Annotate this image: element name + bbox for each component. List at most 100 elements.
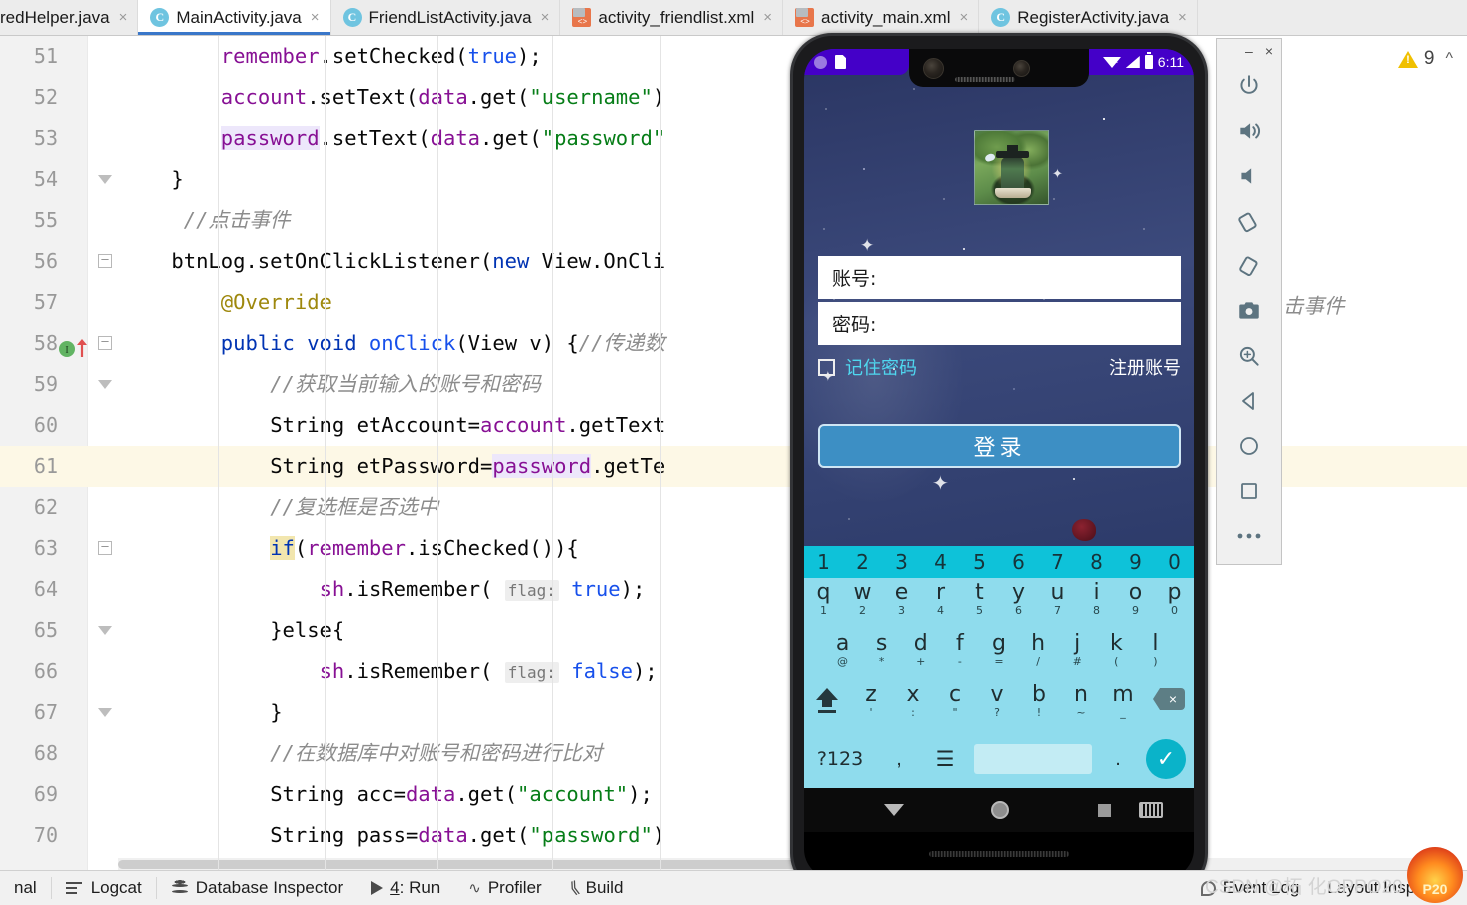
backspace-key[interactable]: × [1144, 682, 1194, 722]
code-line[interactable]: 67} [0, 692, 1467, 733]
key-n[interactable]: n ~ [1060, 682, 1102, 718]
key-f[interactable]: f- [940, 631, 979, 667]
minimize-button[interactable]: – [1245, 43, 1253, 59]
key-6[interactable]: 6 [999, 550, 1038, 574]
key-8[interactable]: 8 [1077, 550, 1116, 574]
key-r[interactable]: r4 [921, 580, 960, 616]
statusbar-item-terminal[interactable]: nal [0, 878, 51, 898]
key-7[interactable]: 7 [1038, 550, 1077, 574]
key-v[interactable]: v? [976, 682, 1018, 718]
code-fold-end-icon[interactable] [98, 626, 112, 635]
code-line[interactable]: 66 sh.isRemember( flag: false); [0, 651, 1467, 692]
back-triangle-icon[interactable] [1216, 378, 1282, 423]
statusbar-item-run[interactable]: 4: Run [357, 878, 454, 898]
overview-square-icon[interactable] [1216, 468, 1282, 513]
tab-close-icon[interactable]: × [1176, 9, 1187, 26]
nav-overview-icon[interactable] [1098, 804, 1111, 817]
volume-up-icon[interactable] [1216, 108, 1282, 153]
tab-close-icon[interactable]: × [761, 9, 772, 26]
key-m[interactable]: m _ [1102, 682, 1144, 718]
key-a[interactable]: a @ [823, 631, 862, 667]
key-3[interactable]: 3 [882, 550, 921, 574]
emulator-toolbar[interactable]: – × [1216, 38, 1282, 565]
android-emulator-window[interactable]: ✦ ✦ ✦ ✦ ✦ 6:11 [790, 33, 1210, 895]
key-s[interactable]: s * [862, 631, 901, 667]
tab-close-icon[interactable]: × [539, 9, 550, 26]
chevron-up-icon[interactable]: ^ [1445, 50, 1453, 68]
key-z[interactable]: z ' [850, 682, 892, 718]
editor-horizontal-scrollbar[interactable] [118, 858, 1428, 870]
code-line[interactable]: 68//在数据库中对账号和密码进行比对 [0, 733, 1467, 774]
remember-password-checkbox[interactable] [818, 358, 835, 376]
language-globe-icon[interactable]: ☰ [922, 747, 968, 772]
key-4[interactable]: 4 [921, 550, 960, 574]
shift-key[interactable] [804, 682, 850, 722]
code-fold-end-icon[interactable] [98, 380, 112, 389]
zoom-icon[interactable] [1216, 333, 1282, 378]
key-e[interactable]: e3 [882, 580, 921, 616]
tab-close-icon[interactable]: × [117, 9, 128, 26]
key-b[interactable]: b! [1018, 682, 1060, 718]
scrollbar-thumb[interactable] [118, 860, 808, 869]
phone-screen[interactable]: ✦ ✦ ✦ ✦ ✦ 6:11 [804, 49, 1194, 879]
code-line[interactable]: 70 String pass=data.get("password") [0, 815, 1467, 856]
android-navigation-bar[interactable] [804, 788, 1194, 832]
key-l[interactable]: l) [1136, 631, 1175, 667]
bottom-tool-window-bar[interactable]: nal Logcat Database Inspector 4: Run ∿ P… [0, 870, 1467, 905]
key-y[interactable]: y6 [999, 580, 1038, 616]
code-line[interactable]: 65}else{ [0, 610, 1467, 651]
code-fold-collapse-icon[interactable] [98, 336, 112, 350]
editor-tab-mainactivity-java[interactable]: C MainActivity.java × [138, 0, 331, 35]
soft-keyboard[interactable]: 1234567890 q1w2e3r4t5y6u7i8o9p0 a @ s * d + f -… [804, 546, 1194, 788]
statusbar-item-database-inspector[interactable]: Database Inspector [157, 878, 357, 898]
keyboard-row-3[interactable]: z ' x: c " v? b! n ~ m _ × [804, 682, 1194, 730]
key-2[interactable]: 2 [843, 550, 882, 574]
key-t[interactable]: t5 [960, 580, 999, 616]
nav-back-icon[interactable] [884, 804, 904, 816]
key-h[interactable]: h / [1019, 631, 1058, 667]
power-icon[interactable] [1216, 63, 1282, 108]
keyboard-row-4[interactable]: ?123 , ☰ . ✓ [804, 734, 1194, 784]
key-k[interactable]: k( [1097, 631, 1136, 667]
statusbar-item-build[interactable]: ⟪ Build [556, 878, 638, 898]
screenshot-camera-icon[interactable] [1216, 288, 1282, 333]
key-o[interactable]: o9 [1116, 580, 1155, 616]
home-circle-icon[interactable] [1216, 423, 1282, 468]
keyboard-row-1[interactable]: q1w2e3r4t5y6u7i8o9p0 [804, 580, 1194, 628]
editor-tab-redhelper-java[interactable]: redHelper.java × [0, 0, 139, 35]
code-fold-collapse-icon[interactable] [98, 254, 112, 268]
period-key[interactable]: . [1098, 748, 1138, 771]
tab-close-icon[interactable]: × [309, 9, 320, 26]
more-ellipsis-icon[interactable] [1216, 513, 1282, 558]
statusbar-item-profiler[interactable]: ∿ Profiler [454, 878, 555, 898]
implemented-method-marker-icon[interactable]: I [56, 332, 100, 357]
key-u[interactable]: u7 [1038, 580, 1077, 616]
emulator-window-controls[interactable]: – × [1217, 39, 1281, 63]
login-button[interactable]: 登录 [818, 424, 1181, 468]
nav-home-icon[interactable] [991, 801, 1009, 819]
code-fold-end-icon[interactable] [98, 708, 112, 717]
rotate-right-icon[interactable] [1216, 243, 1282, 288]
volume-down-icon[interactable] [1216, 153, 1282, 198]
tab-close-icon[interactable]: × [957, 9, 968, 26]
inspection-warning-indicator[interactable]: 9 ^ [1397, 48, 1453, 70]
space-key[interactable] [974, 744, 1092, 774]
close-button[interactable]: × [1265, 43, 1273, 59]
comma-key[interactable]: , [876, 748, 922, 771]
key-x[interactable]: x: [892, 682, 934, 718]
enter-key[interactable]: ✓ [1138, 739, 1194, 779]
key-p[interactable]: p0 [1155, 580, 1194, 616]
code-fold-collapse-icon[interactable] [98, 541, 112, 555]
key-9[interactable]: 9 [1116, 550, 1155, 574]
statusbar-item-event-log[interactable]: Event Log [1187, 878, 1314, 898]
nav-keyboard-icon[interactable] [1139, 802, 1163, 818]
keyboard-row-2[interactable]: a @ s * d + f - g = h / j # k(l) [823, 631, 1175, 679]
code-line[interactable]: 69 String acc=data.get("account"); [0, 774, 1467, 815]
statusbar-item-logcat[interactable]: Logcat [52, 878, 156, 898]
key-c[interactable]: c " [934, 682, 976, 718]
key-1[interactable]: 1 [804, 550, 843, 574]
key-g[interactable]: g = [979, 631, 1018, 667]
keyboard-number-row[interactable]: 1234567890 [804, 546, 1194, 578]
editor-tab-activity_main-xml[interactable]: activity_main.xml × [783, 0, 980, 35]
key-i[interactable]: i8 [1077, 580, 1116, 616]
